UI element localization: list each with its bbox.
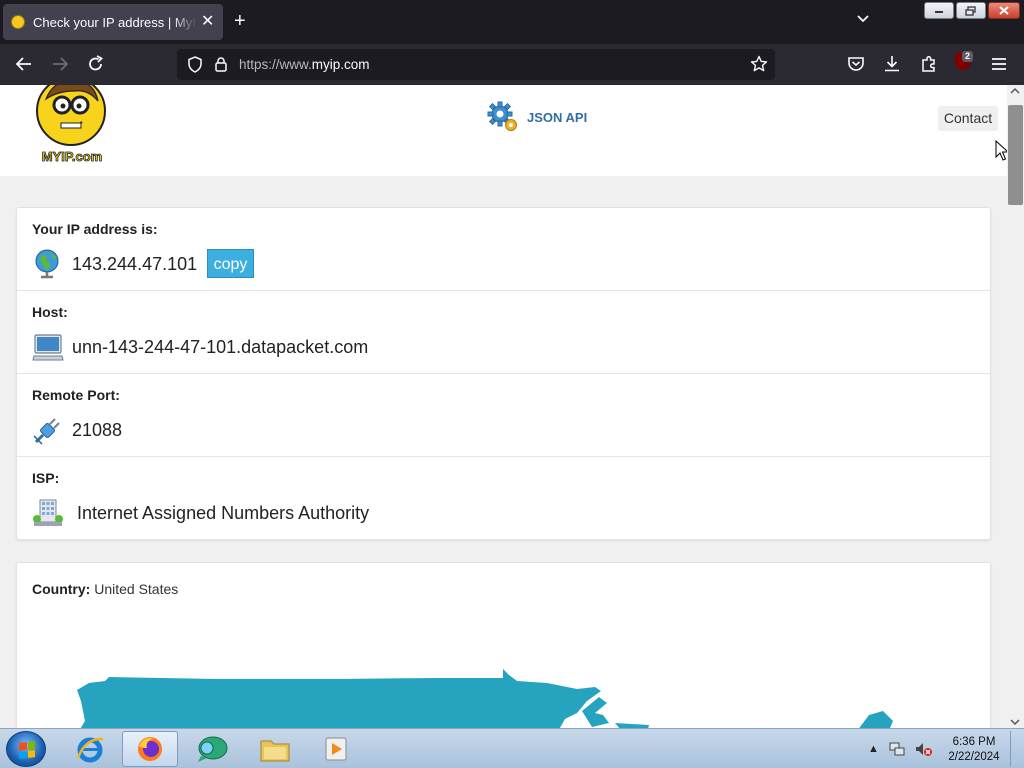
site-header: MYIP.com JSON API Contact bbox=[0, 85, 1007, 176]
url-prefix: https://www. bbox=[239, 57, 312, 72]
show-hidden-icons-arrow-icon[interactable]: ▲ bbox=[868, 743, 879, 755]
close-icon bbox=[999, 6, 1009, 15]
window-controls bbox=[924, 2, 1020, 19]
ip-address-label: Your IP address is: bbox=[32, 221, 158, 237]
ip-info-card: Your IP address is: 143.244.47.101 copy … bbox=[16, 207, 991, 540]
minimize-icon bbox=[935, 10, 943, 13]
tab-strip: Check your IP address | MyIP.com ✕ + bbox=[0, 0, 1024, 44]
back-arrow-icon[interactable] bbox=[13, 54, 35, 74]
system-tray: ▲ bbox=[868, 741, 933, 757]
forward-arrow-icon[interactable] bbox=[49, 54, 71, 74]
taskbar-firefox[interactable] bbox=[122, 731, 178, 767]
bookmark-star-icon[interactable] bbox=[750, 55, 768, 73]
host-value[interactable]: unn-143-244-47-101.datapacket.com bbox=[72, 337, 368, 358]
extensions-puzzle-icon[interactable] bbox=[918, 54, 940, 74]
computer-icon bbox=[32, 334, 64, 361]
ip-address-value[interactable]: 143.244.47.101 bbox=[72, 254, 197, 275]
json-api-link[interactable]: JSON API bbox=[487, 101, 587, 133]
myip-favicon-icon bbox=[11, 15, 25, 29]
list-all-tabs-chevron-icon[interactable] bbox=[856, 14, 870, 24]
remote-port-row: Remote Port: 21088 bbox=[17, 374, 990, 457]
new-tab-button[interactable]: + bbox=[234, 11, 246, 31]
scrollbar-thumb[interactable] bbox=[1008, 105, 1023, 205]
mouse-cursor-icon bbox=[995, 140, 1007, 161]
isp-label: ISP: bbox=[32, 470, 60, 486]
taskbar-internet-explorer[interactable] bbox=[62, 731, 118, 767]
scroll-down-arrow-icon[interactable] bbox=[1010, 718, 1020, 726]
remote-port-value[interactable]: 21088 bbox=[72, 420, 122, 441]
isp-row: ISP: Internet Assigned Numbers Authority bbox=[17, 457, 990, 540]
start-button[interactable] bbox=[6, 731, 46, 767]
volume-muted-icon[interactable] bbox=[915, 741, 933, 757]
extension-count-badge: 2 bbox=[962, 51, 974, 62]
us-map bbox=[77, 669, 893, 728]
address-bar[interactable]: https://www.myip.com bbox=[177, 49, 775, 80]
url-domain: myip.com bbox=[311, 57, 370, 72]
show-desktop-button[interactable] bbox=[1010, 731, 1022, 767]
country-card: Country: United States bbox=[16, 562, 991, 728]
json-api-label: JSON API bbox=[527, 109, 588, 125]
hamburger-menu-icon[interactable] bbox=[988, 54, 1010, 74]
isp-value[interactable]: Internet Assigned Numbers Authority bbox=[77, 503, 369, 524]
pocket-icon[interactable] bbox=[845, 54, 867, 74]
downloads-icon[interactable] bbox=[881, 54, 903, 74]
internet-explorer-icon bbox=[76, 737, 104, 763]
taskbar-file-explorer[interactable] bbox=[247, 731, 303, 767]
reload-icon[interactable] bbox=[85, 54, 107, 74]
building-icon bbox=[33, 499, 63, 526]
url-text[interactable]: https://www.myip.com bbox=[239, 57, 370, 72]
us-map-west bbox=[77, 669, 601, 728]
tracking-protection-shield-icon[interactable] bbox=[187, 56, 203, 73]
copy-ip-button[interactable]: copy bbox=[207, 249, 254, 278]
myip-logo[interactable]: MYIP.com bbox=[34, 85, 110, 165]
media-player-icon bbox=[325, 737, 347, 761]
minimize-button[interactable] bbox=[924, 2, 954, 19]
tab-title: Check your IP address | MyIP.com bbox=[33, 14, 197, 30]
taskbar-media-player[interactable] bbox=[308, 731, 364, 767]
windows-taskbar: ▲ 6:36 PM 2/22/2024 bbox=[0, 728, 1024, 768]
taskbar-messenger[interactable] bbox=[184, 731, 240, 767]
logo-text: MYIP.com bbox=[42, 149, 102, 164]
host-row: Host: unn-143-244-47-101.datapacket.com bbox=[17, 291, 990, 374]
remote-port-label: Remote Port: bbox=[32, 387, 120, 403]
host-label: Host: bbox=[32, 304, 68, 320]
network-icon[interactable] bbox=[889, 741, 905, 757]
globe-icon bbox=[35, 249, 59, 279]
navigation-toolbar: https://www.myip.com bbox=[0, 44, 1024, 85]
clock-date: 2/22/2024 bbox=[948, 751, 1000, 763]
restore-button[interactable] bbox=[956, 2, 986, 19]
page-viewport: MYIP.com JSON API Contact Your IP addres… bbox=[0, 85, 1007, 728]
lock-icon[interactable] bbox=[214, 56, 228, 73]
folder-icon bbox=[260, 740, 290, 762]
taskbar-clock[interactable]: 6:36 PM 2/22/2024 bbox=[944, 735, 1004, 765]
windows-logo-icon bbox=[19, 741, 35, 759]
page-scrollbar[interactable] bbox=[1007, 85, 1024, 728]
scroll-up-arrow-icon[interactable] bbox=[1010, 87, 1020, 95]
contact-button[interactable]: Contact bbox=[938, 106, 998, 131]
tab-close-icon[interactable]: ✕ bbox=[201, 14, 214, 30]
close-window-button[interactable] bbox=[988, 2, 1020, 19]
ip-address-row: Your IP address is: 143.244.47.101 copy bbox=[17, 208, 990, 291]
restore-icon bbox=[965, 5, 976, 16]
gears-icon bbox=[487, 101, 517, 131]
tab-myip[interactable]: Check your IP address | MyIP.com ✕ bbox=[3, 4, 223, 40]
chat-app-icon bbox=[198, 736, 228, 762]
us-map-northeast bbox=[859, 711, 893, 728]
plug-icon bbox=[33, 418, 60, 445]
clock-time: 6:36 PM bbox=[952, 736, 996, 748]
firefox-icon bbox=[138, 737, 162, 761]
